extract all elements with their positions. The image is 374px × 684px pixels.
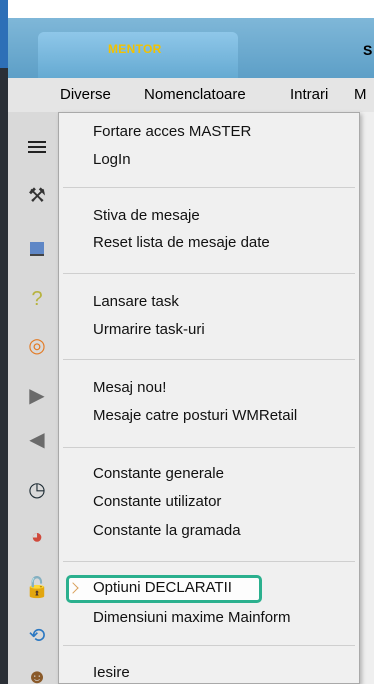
separator [63,561,355,562]
tab-area: MENTOR S [8,18,374,78]
database-icon[interactable] [20,232,54,266]
menu-item-constante-utilizator[interactable]: Constante utilizator [93,493,221,510]
menu-m-label: M [354,86,367,103]
menu-item-constante-la-gramada[interactable]: Constante la gramada [93,522,241,539]
menu-item-constante-generale[interactable]: Constante generale [93,465,224,482]
sync-icon[interactable]: ⟲ [20,618,54,652]
left-strip-accent [0,0,8,68]
title-bar-area [8,0,374,18]
lifebuoy-icon[interactable]: ◎ [20,328,54,362]
palette-icon[interactable]: ◕ [20,520,54,554]
main-content-background [358,112,374,684]
menu-item-iesire[interactable]: Iesire [93,664,130,681]
menu-item-optiuni-declaratii[interactable]: Optiuni DECLARATII [93,579,232,596]
help-icon[interactable]: ? [20,282,54,316]
tab-mentor-label: MENTOR [108,42,162,56]
left-toolbar: ⚒ ? ◎ ▶ ◀ ◷ ◕ 🔓 ⟲ ☻ [8,112,58,684]
users-icon[interactable]: ☻ [20,660,54,684]
separator [63,359,355,360]
menu-item-lansare-task[interactable]: Lansare task [93,293,179,310]
clock-icon[interactable]: ◷ [20,472,54,506]
menu-nomenclatoare-label: Nomenclatoare [144,86,246,103]
menu-item-mesaje-catre-posturi[interactable]: Mesaje catre posturi WMRetail [93,407,297,424]
menu-item-login[interactable]: LogIn [93,151,131,168]
lock-icon[interactable]: 🔓 [20,570,54,604]
left-window-strip [0,0,8,684]
menu-item-fortare-acces-master[interactable]: Fortare acces MASTER [93,123,251,140]
menu-diverse[interactable]: Diverse [60,86,111,103]
menu-bar: Diverse Nomenclatoare Intrari M [8,78,374,113]
separator [63,273,355,274]
separator [63,645,355,646]
menu-diverse-label: Diverse [60,86,111,103]
tools-icon[interactable]: ⚒ [20,178,54,212]
menu-intrari-label: Intrari [290,86,329,103]
menu-item-reset-lista-mesaje[interactable]: Reset lista de mesaje date [93,234,270,251]
separator [63,187,355,188]
menu-item-urmarire-task-uri[interactable]: Urmarire task-uri [93,321,205,338]
menu-item-dimensiuni-maxime-mainform[interactable]: Dimensiuni maxime Mainform [93,609,291,626]
hamburger-icon[interactable] [20,130,54,164]
diverse-dropdown-menu: Fortare acces MASTER LogIn Stiva de mesa… [58,112,360,684]
back-icon[interactable]: ◀ [20,422,54,456]
tab-next-partial-label[interactable]: S [363,42,372,58]
app-window: MENTOR S Diverse Nomenclatoare Intrari M… [0,0,374,684]
menu-nomenclatoare[interactable]: Nomenclatoare [144,86,246,103]
menu-item-stiva-de-mesaje[interactable]: Stiva de mesaje [93,207,200,224]
play-icon[interactable]: ▶ [20,378,54,412]
menu-intrari[interactable]: Intrari [290,86,328,103]
separator [63,447,355,448]
menu-m-partial[interactable]: M [354,86,367,103]
menu-item-mesaj-nou[interactable]: Mesaj nou! [93,379,166,396]
